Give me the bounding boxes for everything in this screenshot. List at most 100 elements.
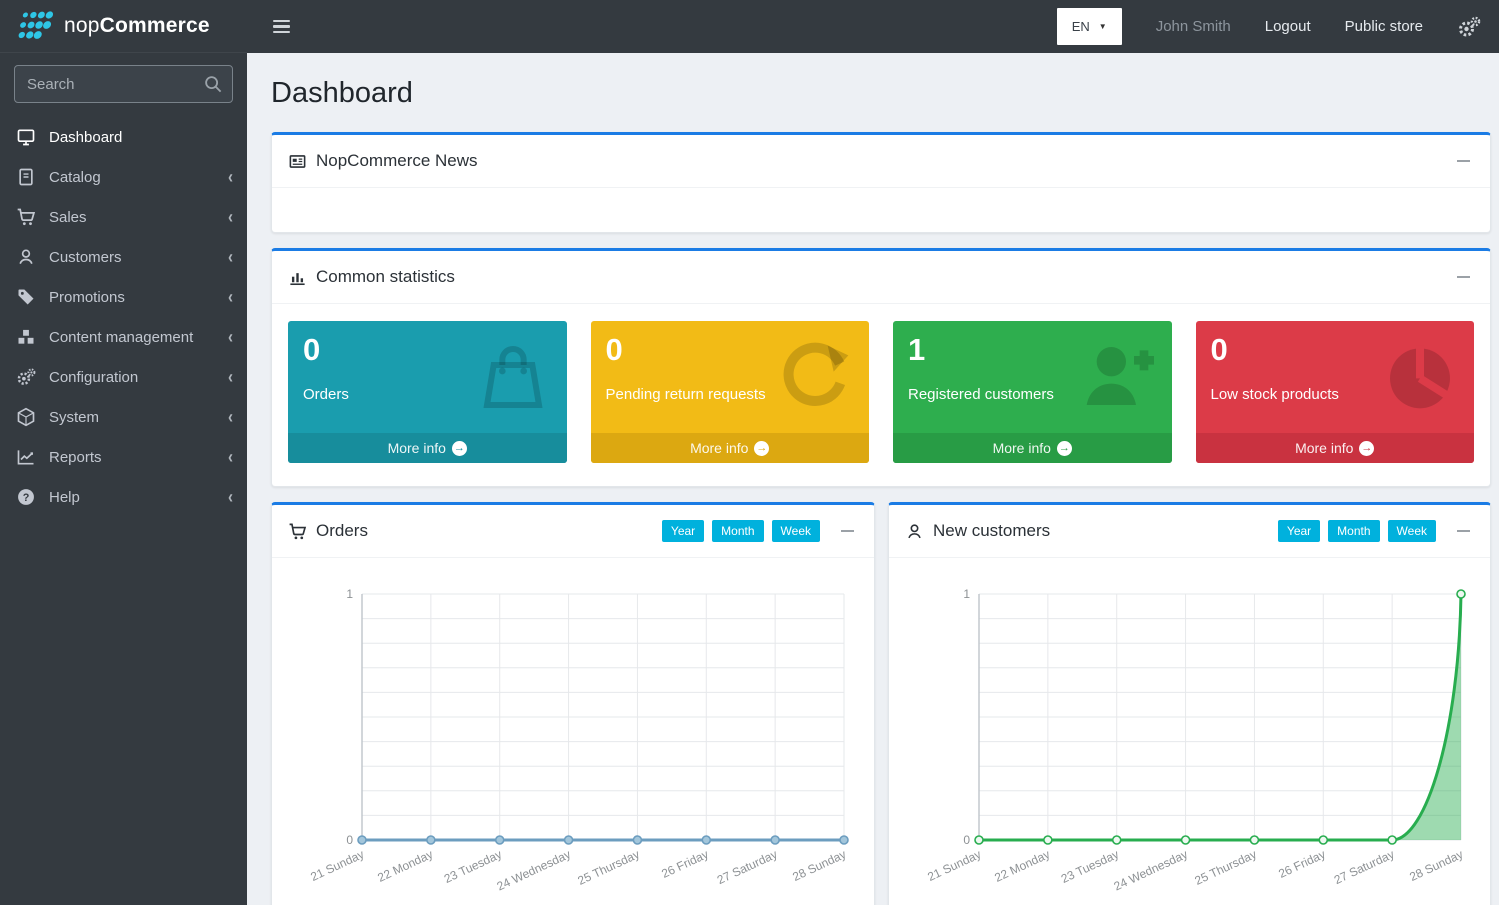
arrow-circle-right-icon: → bbox=[1057, 441, 1072, 456]
more-info-link[interactable]: More info → bbox=[591, 433, 870, 463]
customers-year-button[interactable]: Year bbox=[1278, 520, 1320, 542]
stat-box-pending-return-requests: 0 Pending return requests More info → bbox=[591, 321, 870, 463]
more-info-link[interactable]: More info → bbox=[288, 433, 567, 463]
orders-year-button[interactable]: Year bbox=[662, 520, 704, 542]
user-icon bbox=[905, 522, 924, 541]
stat-label: Low stock products bbox=[1211, 386, 1460, 403]
sidebar-item-reports[interactable]: Reports ‹ bbox=[0, 437, 247, 477]
stat-value: 0 bbox=[606, 332, 855, 368]
language-select[interactable]: EN ▼ bbox=[1057, 8, 1122, 45]
chevron-left-icon: ‹ bbox=[228, 366, 233, 387]
collapse-button[interactable] bbox=[1452, 150, 1474, 172]
orders-week-button[interactable]: Week bbox=[772, 520, 820, 542]
stat-value: 0 bbox=[1211, 332, 1460, 368]
svg-text:0: 0 bbox=[346, 833, 353, 847]
settings-gears-icon[interactable] bbox=[1457, 15, 1481, 39]
desktop-icon bbox=[14, 125, 38, 149]
news-panel-header: NopCommerce News bbox=[272, 135, 1490, 188]
bar-chart-icon bbox=[288, 268, 307, 287]
stat-label: Orders bbox=[303, 386, 552, 403]
brand-logo[interactable]: nopCommerce bbox=[0, 0, 247, 53]
sidebar-item-system[interactable]: System ‹ bbox=[0, 397, 247, 437]
common-statistics-title: Common statistics bbox=[316, 267, 455, 287]
minus-icon bbox=[1457, 530, 1470, 532]
arrow-circle-right-icon: → bbox=[754, 441, 769, 456]
sidebar-item-label: Reports bbox=[49, 449, 102, 466]
cart-icon bbox=[14, 205, 38, 229]
new-customers-chart-panel: New customers Year Month Week 0121 Sunda… bbox=[888, 502, 1491, 905]
customers-month-button[interactable]: Month bbox=[1328, 520, 1379, 542]
more-info-label: More info bbox=[1295, 440, 1353, 456]
new-customers-panel-title: New customers bbox=[933, 521, 1050, 541]
logout-link[interactable]: Logout bbox=[1265, 18, 1311, 35]
orders-month-button[interactable]: Month bbox=[712, 520, 763, 542]
common-statistics-body: 0 Orders More info → 0 Pending return re… bbox=[272, 304, 1490, 486]
sidebar-item-configuration[interactable]: Configuration ‹ bbox=[0, 357, 247, 397]
sidebar-menu: Dashboard Catalog ‹ Sales ‹ Customers ‹ … bbox=[0, 111, 247, 523]
cube-icon bbox=[14, 405, 38, 429]
stat-value: 1 bbox=[908, 332, 1157, 368]
line-chart-icon bbox=[14, 445, 38, 469]
stat-box-low-stock-products: 0 Low stock products More info → bbox=[1196, 321, 1475, 463]
cubes-icon bbox=[14, 325, 38, 349]
svg-text:0: 0 bbox=[963, 833, 970, 847]
chevron-down-icon: ▼ bbox=[1099, 22, 1107, 31]
cart-icon bbox=[288, 522, 307, 541]
question-circle-icon: ? bbox=[14, 485, 38, 509]
sidebar-item-sales[interactable]: Sales ‹ bbox=[0, 197, 247, 237]
more-info-link[interactable]: More info → bbox=[893, 433, 1172, 463]
sidebar-item-promotions[interactable]: Promotions ‹ bbox=[0, 277, 247, 317]
newspaper-icon bbox=[288, 152, 307, 171]
sidebar-toggle-button[interactable] bbox=[269, 14, 294, 40]
sidebar-item-label: Content management bbox=[49, 329, 193, 346]
chevron-left-icon: ‹ bbox=[228, 206, 233, 227]
arrow-circle-right-icon: → bbox=[452, 441, 467, 456]
brand-name: nopCommerce bbox=[64, 14, 210, 38]
chevron-left-icon: ‹ bbox=[228, 326, 233, 347]
svg-text:24 Wednesday: 24 Wednesday bbox=[1112, 847, 1190, 893]
sidebar-item-help[interactable]: ? Help ‹ bbox=[0, 477, 247, 517]
svg-text:24 Wednesday: 24 Wednesday bbox=[495, 847, 573, 893]
language-value: EN bbox=[1072, 19, 1090, 34]
arrow-circle-right-icon: → bbox=[1359, 441, 1374, 456]
sidebar-search bbox=[14, 65, 233, 103]
collapse-button[interactable] bbox=[1452, 266, 1474, 288]
sidebar-item-content-management[interactable]: Content management ‹ bbox=[0, 317, 247, 357]
collapse-button[interactable] bbox=[836, 520, 858, 542]
collapse-button[interactable] bbox=[1452, 520, 1474, 542]
sidebar-item-dashboard[interactable]: Dashboard bbox=[0, 117, 247, 157]
gears-icon bbox=[14, 365, 38, 389]
nopcommerce-dots-logo-icon bbox=[12, 8, 56, 44]
svg-text:25 Thursday: 25 Thursday bbox=[1193, 847, 1259, 888]
top-navbar: EN ▼ John Smith Logout Public store bbox=[247, 0, 1499, 53]
common-statistics-header: Common statistics bbox=[272, 251, 1490, 304]
sidebar-item-label: Configuration bbox=[49, 369, 138, 386]
svg-text:27 Saturday: 27 Saturday bbox=[1332, 847, 1397, 887]
tag-icon bbox=[14, 285, 38, 309]
svg-text:26 Friday: 26 Friday bbox=[1276, 847, 1327, 881]
sidebar-item-label: Customers bbox=[49, 249, 122, 266]
svg-text:?: ? bbox=[23, 492, 30, 504]
svg-text:1: 1 bbox=[963, 587, 970, 601]
svg-text:28 Sunday: 28 Sunday bbox=[1407, 847, 1465, 884]
news-panel-body bbox=[272, 188, 1490, 232]
more-info-link[interactable]: More info → bbox=[1196, 433, 1475, 463]
sidebar-item-customers[interactable]: Customers ‹ bbox=[0, 237, 247, 277]
search-input[interactable] bbox=[14, 65, 233, 103]
svg-text:21 Sunday: 21 Sunday bbox=[308, 847, 366, 884]
book-icon bbox=[14, 165, 38, 189]
svg-text:26 Friday: 26 Friday bbox=[659, 847, 710, 881]
stat-box-orders: 0 Orders More info → bbox=[288, 321, 567, 463]
public-store-link[interactable]: Public store bbox=[1345, 18, 1423, 35]
sidebar-item-label: System bbox=[49, 409, 99, 426]
customers-week-button[interactable]: Week bbox=[1388, 520, 1436, 542]
sidebar-item-catalog[interactable]: Catalog ‹ bbox=[0, 157, 247, 197]
svg-text:27 Saturday: 27 Saturday bbox=[715, 847, 780, 887]
orders-line-chart: 0121 Sunday22 Monday23 Tuesday24 Wednesd… bbox=[286, 568, 858, 905]
svg-text:1: 1 bbox=[346, 587, 353, 601]
chevron-left-icon: ‹ bbox=[228, 246, 233, 267]
minus-icon bbox=[1457, 160, 1470, 162]
news-panel-title: NopCommerce News bbox=[316, 151, 478, 171]
stat-label: Registered customers bbox=[908, 386, 1157, 403]
chevron-left-icon: ‹ bbox=[228, 406, 233, 427]
